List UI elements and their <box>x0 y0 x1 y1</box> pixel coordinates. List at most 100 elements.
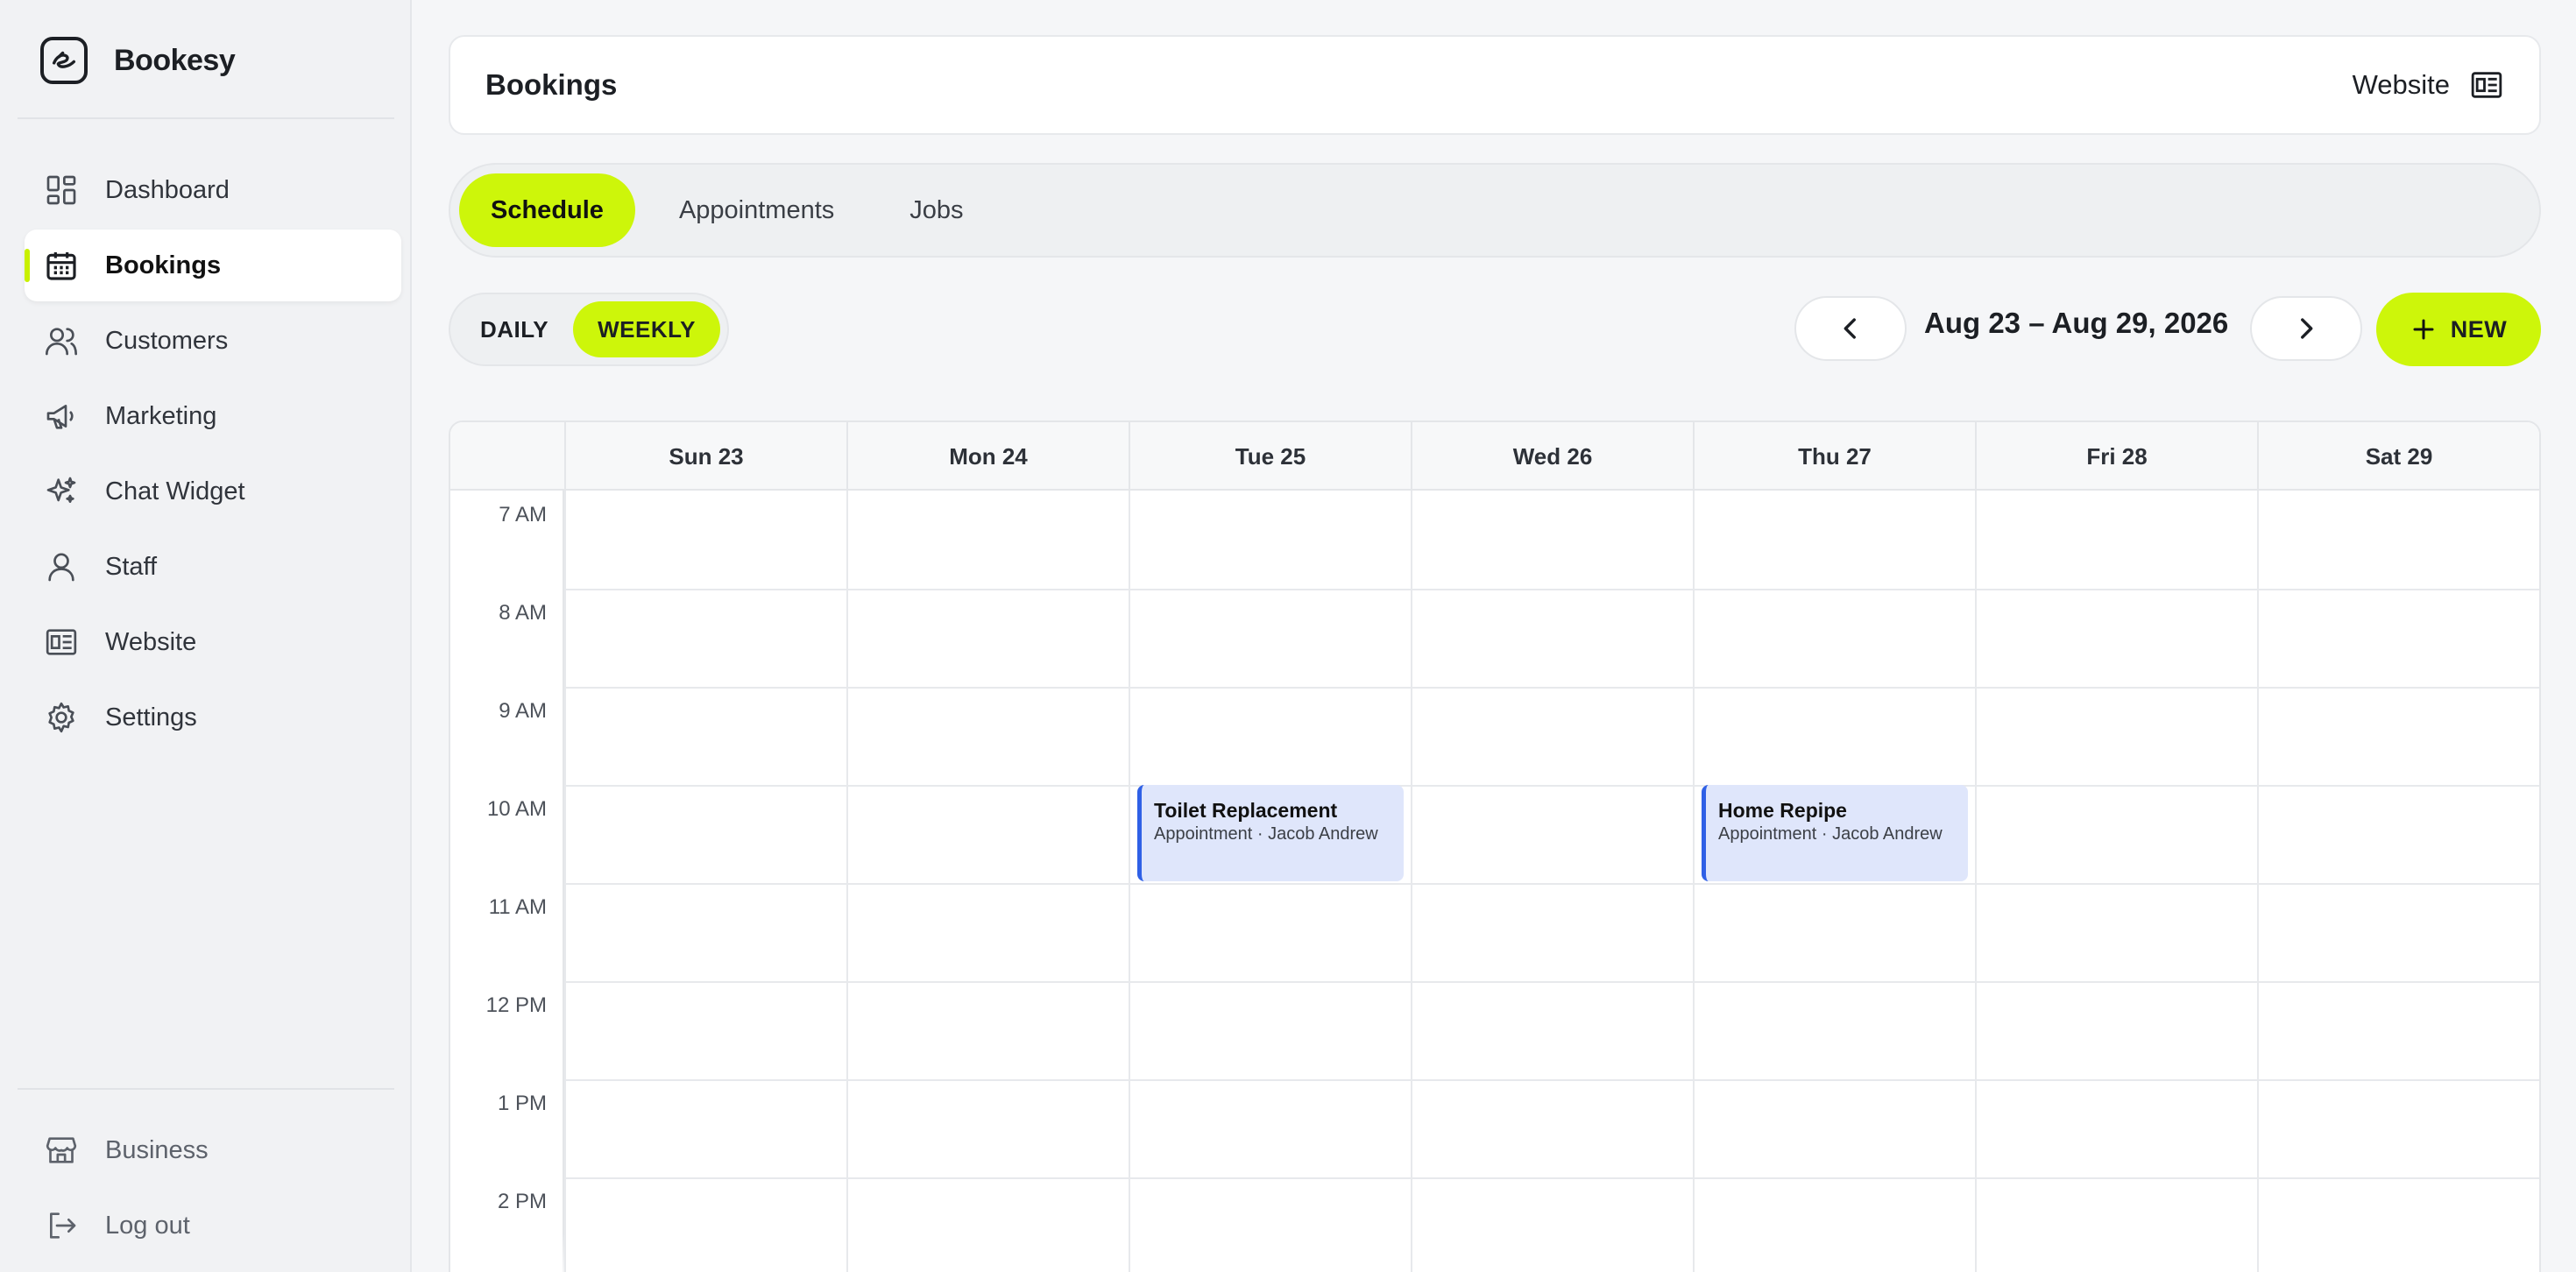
time-slot[interactable] <box>848 689 1129 785</box>
time-slot[interactable] <box>1130 885 1411 981</box>
tab-bar: Schedule Appointments Jobs <box>449 163 2541 258</box>
event-title: Toilet Replacement <box>1154 799 1338 822</box>
bookesy-logo-icon <box>40 37 88 84</box>
tab-appointments[interactable]: Appointments <box>648 173 866 247</box>
time-slot[interactable] <box>1695 983 1975 1079</box>
time-slot[interactable] <box>1412 1179 1693 1272</box>
brand-name: Bookesy <box>114 43 236 77</box>
sidebar-item-staff[interactable]: Staff <box>25 531 401 603</box>
time-slot[interactable] <box>848 787 1129 883</box>
calendar-icon <box>46 252 76 280</box>
time-slot[interactable] <box>1130 983 1411 1079</box>
new-booking-button[interactable]: NEW <box>2376 293 2541 366</box>
sidebar-item-logout[interactable]: Log out <box>25 1190 401 1261</box>
time-slot[interactable] <box>1977 885 2257 981</box>
event-subtitle: Appointment · Jacob Andrew <box>1154 824 1378 844</box>
time-slot[interactable] <box>1130 1179 1411 1272</box>
time-slot[interactable] <box>566 590 846 687</box>
time-slot[interactable] <box>1977 787 2257 883</box>
time-slot[interactable] <box>1130 590 1411 687</box>
time-slot[interactable] <box>1412 787 1693 883</box>
time-slot[interactable] <box>1977 689 2257 785</box>
brand[interactable]: Bookesy <box>40 35 236 86</box>
time-slot[interactable] <box>2259 590 2539 687</box>
next-week-button[interactable] <box>2250 296 2362 361</box>
sidebar-item-label: Bookings <box>105 251 222 279</box>
tab-schedule[interactable]: Schedule <box>459 173 635 247</box>
hour-label: 1 PM <box>497 1092 547 1115</box>
new-button-label: NEW <box>2450 315 2508 343</box>
hour-label: 9 AM <box>499 699 547 723</box>
sidebar-item-label: Chat Widget <box>105 477 245 505</box>
previous-week-button[interactable] <box>1794 296 1907 361</box>
hour-label: 8 AM <box>499 601 547 625</box>
time-slot[interactable] <box>566 689 846 785</box>
event-title: Home Repipe <box>1718 799 1847 822</box>
sidebar-item-label: Log out <box>105 1211 190 1240</box>
time-slot[interactable] <box>1412 689 1693 785</box>
time-slot[interactable] <box>1695 590 1975 687</box>
time-column: 7 AM 8 AM 9 AM 10 AM 11 AM 12 PM 1 PM 2 PM <box>450 491 564 1272</box>
time-slot[interactable] <box>1977 1179 2257 1272</box>
sidebar-item-bookings[interactable]: Bookings <box>25 230 401 301</box>
time-slot[interactable] <box>1130 1081 1411 1177</box>
time-slot[interactable] <box>1695 492 1975 589</box>
time-slot[interactable] <box>1977 983 2257 1079</box>
time-slot[interactable] <box>2259 1081 2539 1177</box>
sidebar-item-label: Business <box>105 1135 209 1164</box>
sidebar-item-settings[interactable]: Settings <box>25 682 401 753</box>
weekly-view-button[interactable]: WEEKLY <box>573 301 720 357</box>
tab-jobs[interactable]: Jobs <box>878 173 994 247</box>
time-slot[interactable] <box>848 1179 1129 1272</box>
time-slot[interactable] <box>566 885 846 981</box>
sidebar-item-label: Dashboard <box>105 175 230 204</box>
time-slot[interactable] <box>566 1179 846 1272</box>
sidebar-item-label: Website <box>105 627 197 656</box>
calendar-header: Sun 23 Mon 24 Tue 25 Wed 26 Thu 27 Fri 28 Sat … <box>450 422 2539 491</box>
time-slot[interactable] <box>566 787 846 883</box>
time-slot[interactable] <box>1695 1081 1975 1177</box>
day-header: Tue 25 <box>1129 422 1411 491</box>
day-header: Mon 24 <box>846 422 1129 491</box>
time-slot[interactable] <box>848 983 1129 1079</box>
time-slot[interactable] <box>1977 1081 2257 1177</box>
daily-view-button[interactable]: DAILY <box>456 301 573 357</box>
time-slot[interactable] <box>1695 1179 1975 1272</box>
time-slot[interactable] <box>2259 885 2539 981</box>
sidebar-item-dashboard[interactable]: Dashboard <box>25 154 401 226</box>
time-slot[interactable] <box>1412 885 1693 981</box>
time-slot[interactable] <box>1977 590 2257 687</box>
sidebar-item-business[interactable]: Business <box>25 1114 401 1186</box>
time-slot[interactable] <box>2259 689 2539 785</box>
gear-icon <box>48 702 74 733</box>
sidebar-item-chat-widget[interactable]: Chat Widget <box>25 456 401 527</box>
user-icon <box>48 553 74 582</box>
time-slot[interactable] <box>848 590 1129 687</box>
time-slot[interactable] <box>1412 590 1693 687</box>
time-slot[interactable] <box>1977 492 2257 589</box>
time-slot[interactable] <box>566 983 846 1079</box>
time-slot[interactable] <box>848 1081 1129 1177</box>
time-slot[interactable] <box>848 492 1129 589</box>
sidebar: Bookesy Dashboard Bookings Customers Mar… <box>0 0 412 1272</box>
time-slot[interactable] <box>566 1081 846 1177</box>
time-slot[interactable] <box>1695 885 1975 981</box>
time-slot[interactable] <box>2259 983 2539 1079</box>
event-card[interactable]: Toilet Replacement Appointment · Jacob An… <box>1137 785 1404 881</box>
time-slot[interactable] <box>566 492 846 589</box>
sidebar-item-website[interactable]: Website <box>25 606 401 678</box>
time-slot[interactable] <box>2259 1179 2539 1272</box>
time-slot[interactable] <box>2259 492 2539 589</box>
time-slot[interactable] <box>1412 983 1693 1079</box>
event-card[interactable]: Home Repipe Appointment · Jacob Andrew <box>1702 785 1968 881</box>
time-slot[interactable] <box>848 885 1129 981</box>
website-link[interactable]: Website <box>2353 67 2504 102</box>
time-slot[interactable] <box>2259 787 2539 883</box>
time-slot[interactable] <box>1130 492 1411 589</box>
time-slot[interactable] <box>1695 689 1975 785</box>
time-slot[interactable] <box>1130 689 1411 785</box>
sidebar-item-marketing[interactable]: Marketing <box>25 380 401 452</box>
sidebar-item-customers[interactable]: Customers <box>25 305 401 377</box>
time-slot[interactable] <box>1412 1081 1693 1177</box>
time-slot[interactable] <box>1412 492 1693 589</box>
